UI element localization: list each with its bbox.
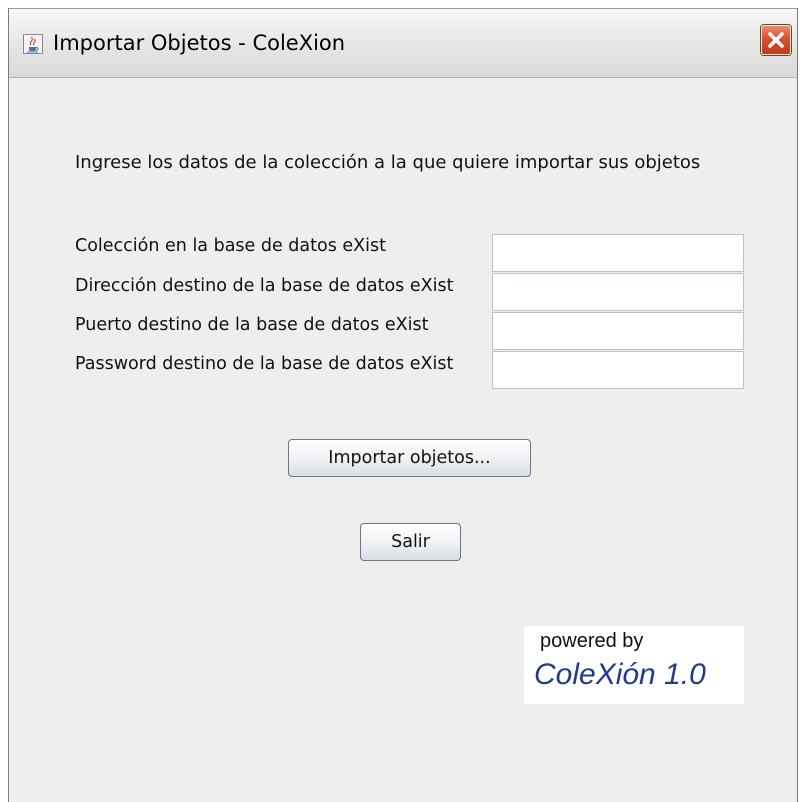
port-label: Puerto destino de la base de datos eXist xyxy=(75,315,429,335)
port-input[interactable] xyxy=(492,312,744,350)
collection-label: Colección en la base de datos eXist xyxy=(75,236,386,256)
logo-powered-by: powered by xyxy=(540,630,644,652)
window-title: Importar Objetos - ColeXion xyxy=(53,31,346,55)
import-window: Importar Objetos - ColeXion Ingrese los … xyxy=(8,8,798,802)
close-x-icon xyxy=(768,32,784,48)
address-input[interactable] xyxy=(492,273,744,311)
colexion-logo: powered by ColeXión 1.0 xyxy=(524,626,744,704)
address-label: Dirección destino de la base de datos eX… xyxy=(75,276,454,296)
instructions-text: Ingrese los datos de la colección a la q… xyxy=(75,152,701,173)
password-input[interactable] xyxy=(492,351,744,389)
password-label: Password destino de la base de datos eXi… xyxy=(75,354,454,374)
import-objects-button[interactable]: Importar objetos... xyxy=(288,439,531,477)
logo-product-name: ColeXión 1.0 xyxy=(534,658,706,691)
close-button[interactable] xyxy=(761,25,791,55)
title-bar[interactable]: Importar Objetos - ColeXion xyxy=(9,8,797,78)
dialog-content: Ingrese los datos de la colección a la q… xyxy=(9,78,797,802)
java-cup-icon xyxy=(23,34,43,54)
collection-input[interactable] xyxy=(492,234,744,272)
exit-button[interactable]: Salir xyxy=(360,523,461,561)
